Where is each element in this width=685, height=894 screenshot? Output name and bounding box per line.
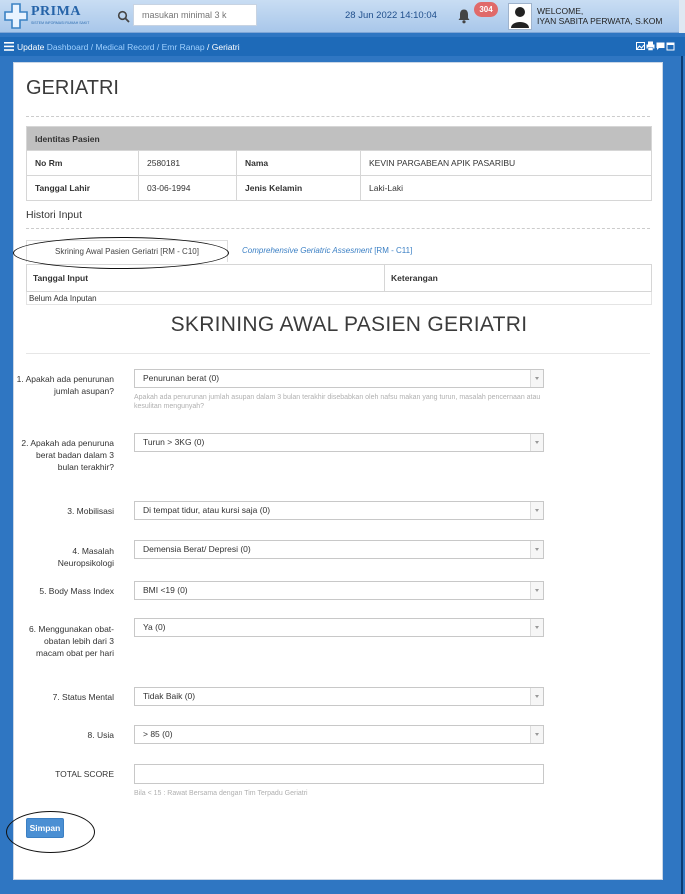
breadcrumb: Update Dashboard / Medical Record / Emr … (17, 42, 240, 52)
question-4-value: Demensia Berat/ Depresi (0) (143, 544, 251, 554)
toolbar-icons (636, 41, 675, 51)
total-score-input[interactable] (134, 764, 544, 784)
histori-title: Histori Input (26, 209, 83, 221)
chevron-down-icon (530, 502, 543, 519)
breadcrumb-medical-record[interactable]: Medical Record (95, 42, 154, 52)
scrollbar-track[interactable] (681, 56, 683, 894)
divider (26, 116, 650, 117)
question-7-value: Tidak Baik (0) (143, 691, 196, 701)
user-icon (511, 7, 529, 28)
question-3-select[interactable]: Di tempat tidur, atau kursi saja (0) (134, 501, 544, 520)
identity-header: Identitas Pasien (26, 126, 652, 151)
divider (26, 353, 650, 354)
breadcrumb-separator: / (154, 42, 162, 52)
divider (26, 228, 650, 229)
nama-value: KEVIN PARGABEAN APIK PASARIBU (360, 150, 652, 176)
no-rm-label: No Rm (26, 150, 139, 176)
question-8-label: 8. Usia (87, 730, 114, 740)
column-tanggal-input: Tanggal Input (26, 264, 385, 292)
question-5-label: 5. Body Mass Index (39, 586, 114, 596)
tab-comprehensive-label: Comprehensive Geriatric Assesment (242, 246, 372, 255)
form-title: SKRINING AWAL PASIEN GERIATRI (170, 313, 528, 336)
notification-badge[interactable]: 304 (474, 2, 498, 17)
question-7-select[interactable]: Tidak Baik (0) (134, 687, 544, 706)
breadcrumb-bar: Update Dashboard / Medical Record / Emr … (0, 37, 685, 56)
question-8-select[interactable]: > 85 (0) (134, 725, 544, 744)
current-datetime: 28 Jun 2022 14:10:04 (345, 10, 437, 21)
breadcrumb-prefix: Update (17, 42, 45, 52)
nama-label: Nama (236, 150, 361, 176)
hamburger-menu-icon[interactable] (4, 42, 14, 51)
chevron-down-icon (530, 726, 543, 743)
chevron-down-icon (530, 582, 543, 599)
search-icon[interactable] (117, 10, 131, 24)
question-8-value: > 85 (0) (143, 729, 173, 739)
question-1-help: Apakah ada penurunan jumlah asupan dalam… (134, 394, 541, 410)
chevron-down-icon (530, 541, 543, 558)
tanggal-lahir-label: Tanggal Lahir (26, 175, 139, 201)
breadcrumb-emr-ranap[interactable]: Emr Ranap (162, 42, 205, 52)
question-2-value: Turun > 3KG (0) (143, 437, 205, 447)
question-1-label: 1. Apakah ada penurunan jumlah asupan? (16, 374, 114, 396)
app-logo[interactable]: PRIMA SISTEM INFORMASI RUMAH SAKIT (4, 3, 90, 30)
search-input[interactable] (133, 4, 257, 26)
highlight-ellipse-button (6, 811, 95, 853)
question-7-label: 7. Status Mental (52, 692, 114, 702)
question-6-select[interactable]: Ya (0) (134, 618, 544, 637)
chevron-down-icon (530, 688, 543, 705)
breadcrumb-dashboard[interactable]: Dashboard (47, 42, 89, 52)
breadcrumb-separator: / (204, 42, 212, 52)
question-5-select[interactable]: BMI <19 (0) (134, 581, 544, 600)
question-2-select[interactable]: Turun > 3KG (0) (134, 433, 544, 452)
logo-text: PRIMA (31, 4, 81, 19)
question-4-select[interactable]: Demensia Berat/ Depresi (0) (134, 540, 544, 559)
main-panel: GERIATRI Identitas Pasien No Rm 2580181 … (13, 62, 663, 880)
chevron-down-icon (530, 370, 543, 387)
user-name: IYAN SABITA PERWATA, S.KOM (537, 16, 663, 26)
welcome-label: WELCOME, (537, 6, 584, 16)
total-score-label: TOTAL SCORE (55, 769, 114, 779)
empty-state-text: Belum Ada Inputan (26, 291, 652, 305)
page-title: GERIATRI (26, 77, 119, 99)
window-edge (679, 0, 685, 33)
column-keterangan: Keterangan (384, 264, 652, 292)
bell-icon[interactable] (457, 8, 471, 24)
breadcrumb-current: Geriatri (211, 42, 240, 52)
question-2-label: 2. Apakah ada penuruna berat badan dalam… (21, 438, 114, 472)
welcome-block: WELCOME, IYAN SABITA PERWATA, S.KOM (537, 6, 662, 26)
tab-comprehensive-assessment[interactable]: Comprehensive Geriatric Assesment [RM - … (242, 246, 412, 255)
jenis-kelamin-value: Laki-Laki (360, 175, 652, 201)
patient-identity-table: Identitas Pasien No Rm 2580181 Nama KEVI… (26, 126, 652, 201)
histori-table: Tanggal Input Keterangan Belum Ada Input… (26, 264, 652, 305)
chat-icon[interactable] (656, 41, 665, 51)
image-icon[interactable] (636, 41, 645, 51)
logo-subtitle: SISTEM INFORMASI RUMAH SAKIT (31, 21, 90, 25)
question-6-value: Ya (0) (143, 622, 166, 632)
question-3-label: 3. Mobilisasi (67, 506, 114, 516)
tanggal-lahir-value: 03-06-1994 (138, 175, 237, 201)
question-6-label: 6. Menggunakan obat-obatan lebih dari 3 … (28, 624, 114, 658)
no-rm-value: 2580181 (138, 150, 237, 176)
medical-cross-icon (4, 3, 28, 29)
jenis-kelamin-label: Jenis Kelamin (236, 175, 361, 201)
top-header: PRIMA SISTEM INFORMASI RUMAH SAKIT 28 Ju… (0, 0, 685, 33)
calendar-icon[interactable] (666, 41, 675, 51)
print-icon[interactable] (646, 41, 655, 51)
avatar[interactable] (508, 3, 532, 30)
question-3-value: Di tempat tidur, atau kursi saja (0) (143, 505, 271, 515)
chevron-down-icon (530, 434, 543, 451)
chevron-down-icon (530, 619, 543, 636)
tab-comprehensive-code: [RM - C11] (371, 246, 413, 255)
question-1-select[interactable]: Penurunan berat (0) (134, 369, 544, 388)
highlight-ellipse-tab (13, 237, 229, 269)
question-5-value: BMI <19 (0) (143, 585, 188, 595)
total-score-help: Bila < 15 : Rawat Bersama dengan Tim Ter… (134, 790, 308, 797)
question-4-label: 4. Masalah Neuropsikologi (57, 546, 114, 568)
question-1-value: Penurunan berat (0) (143, 373, 220, 383)
